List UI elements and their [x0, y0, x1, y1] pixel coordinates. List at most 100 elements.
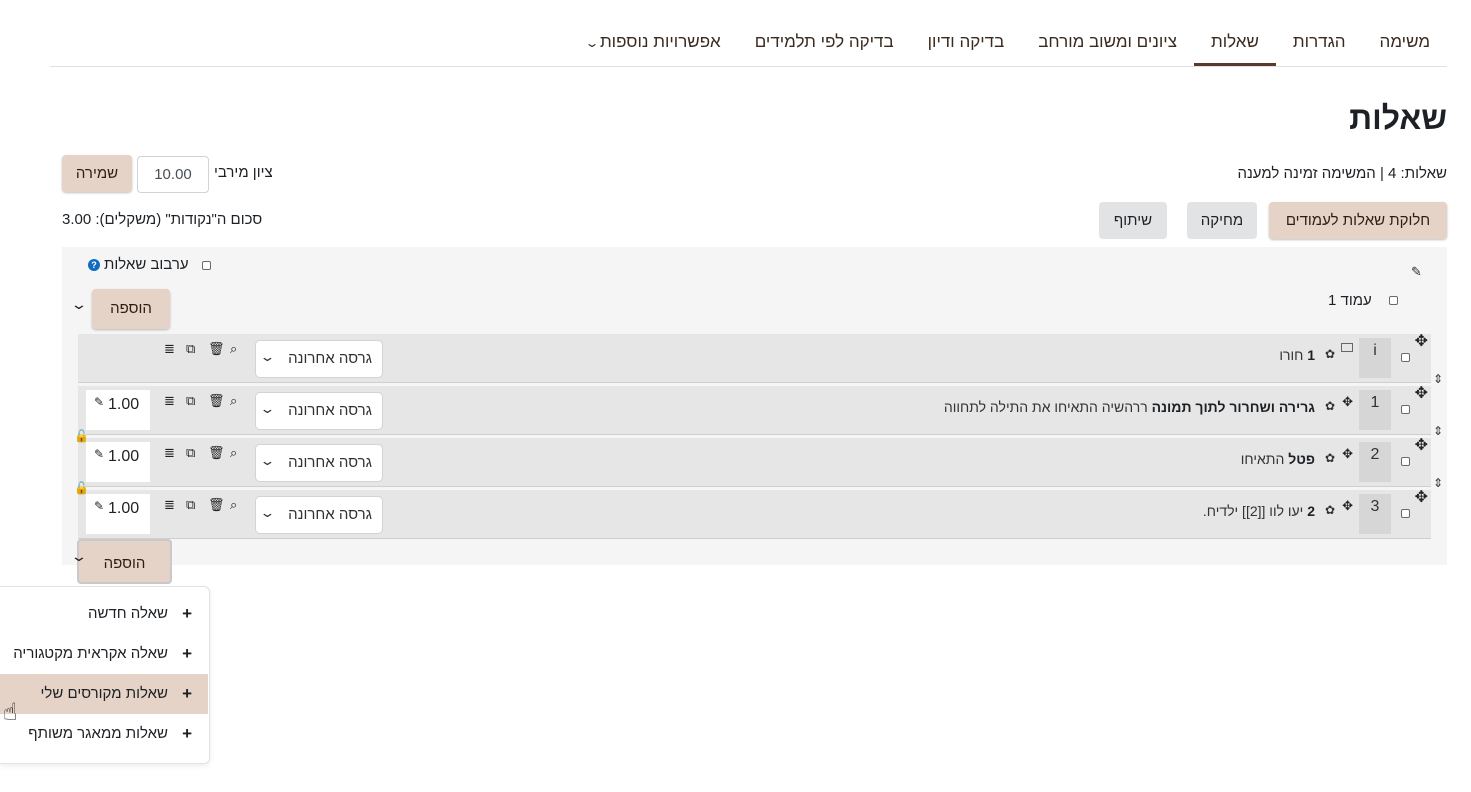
add-button-open[interactable]: הוספה: [77, 539, 172, 584]
tab-settings[interactable]: הגדרות: [1276, 18, 1363, 66]
trash-icon[interactable]: 🗑: [208, 342, 225, 356]
zoom-icon[interactable]: ⌕: [230, 342, 237, 356]
version-select-value: גרסה אחרונה: [288, 506, 372, 523]
repaginate-button[interactable]: חלוקת שאלות לעמודים: [1269, 202, 1447, 239]
pencil-icon[interactable]: ✎: [94, 447, 104, 461]
question-number: i: [1359, 338, 1391, 378]
total-marks: סכום ה"נקודות" (משקלים): 3.00: [62, 211, 263, 228]
tab-more-options[interactable]: אפשרויות נוספות⌄: [570, 18, 738, 66]
share-button[interactable]: שיתוף: [1099, 202, 1167, 239]
question-body: חורו: [1279, 347, 1304, 363]
tab-review-discussion[interactable]: בדיקה ודיון: [911, 18, 1022, 66]
version-select[interactable]: גרסה אחרונה ⌄: [255, 340, 383, 378]
copy-icon[interactable]: ⧉: [186, 498, 195, 512]
chevron-down-icon[interactable]: ⌄: [70, 296, 88, 313]
question-text: 1 חורו: [1279, 347, 1315, 363]
menu-item-random-question[interactable]: + שאלה אקראית מקטגוריה: [0, 634, 208, 674]
menu-item-shared-bank[interactable]: + שאלות ממאגר משותף: [0, 714, 208, 754]
tab-assignment[interactable]: משימה: [1363, 18, 1447, 66]
tab-questions[interactable]: שאלות: [1193, 18, 1276, 66]
mark-value: 1.00: [108, 448, 140, 465]
move-icon[interactable]: ✥: [1415, 334, 1428, 350]
move-icon[interactable]: ✥: [1342, 394, 1353, 410]
lock-icon[interactable]: 🔓: [74, 481, 89, 495]
trash-icon[interactable]: 🗑: [208, 446, 225, 460]
question-actions: ≣ ⧉ 🗑 ⌕: [164, 498, 250, 514]
gear-icon[interactable]: ✿: [1325, 451, 1335, 465]
page-break-icon[interactable]: ⇕: [1433, 476, 1443, 490]
question-number: 1: [1359, 390, 1391, 430]
copy-icon[interactable]: ⧉: [186, 342, 195, 356]
version-select-value: גרסה אחרונה: [288, 454, 372, 471]
lock-icon[interactable]: 🔓: [74, 429, 89, 443]
move-icon[interactable]: ✥: [1342, 498, 1353, 514]
page-title: שאלות: [1349, 100, 1447, 136]
question-checkbox[interactable]: [1401, 405, 1410, 414]
zoom-icon[interactable]: ⌕: [230, 394, 237, 408]
question-checkbox[interactable]: [1401, 457, 1410, 466]
move-icon[interactable]: ✥: [1415, 438, 1428, 454]
question-number: 2: [1359, 442, 1391, 482]
help-icon[interactable]: ?: [88, 259, 100, 271]
question-mark[interactable]: ✎ 1.00: [86, 442, 150, 482]
menu-item-my-courses[interactable]: + שאלות מקורסים שלי: [0, 674, 208, 714]
image-icon: [1341, 343, 1353, 352]
database-icon[interactable]: ≣: [164, 342, 175, 356]
database-icon[interactable]: ≣: [164, 394, 175, 408]
question-body: התאיחו: [1240, 451, 1285, 467]
page-break-icon[interactable]: ⇕: [1433, 424, 1443, 438]
questions-summary: שאלות: 4 | המשימה זמינה למענה: [1237, 165, 1447, 182]
chevron-down-icon: ⌄: [259, 349, 276, 364]
delete-button[interactable]: מחיקה: [1187, 202, 1257, 239]
copy-icon[interactable]: ⧉: [186, 394, 195, 408]
plus-icon: +: [182, 604, 192, 623]
plus-icon: +: [182, 724, 192, 743]
move-icon[interactable]: ✥: [1342, 446, 1353, 462]
copy-icon[interactable]: ⧉: [186, 446, 195, 460]
question-name: גרירה ושחרור לתוך תמונה: [1151, 399, 1315, 415]
chevron-down-icon: ⌄: [259, 401, 276, 416]
database-icon[interactable]: ≣: [164, 446, 175, 460]
table-row: ✥ 1 ✥ ✿ גרירה ושחרור לתוך תמונה ררהשיה ה…: [78, 386, 1431, 435]
question-name: 2: [1307, 503, 1315, 519]
gear-icon[interactable]: ✿: [1325, 503, 1335, 517]
gear-icon[interactable]: ✿: [1325, 347, 1335, 361]
plus-icon: +: [182, 684, 192, 703]
tab-grades-feedback[interactable]: ציונים ומשוב מורחב: [1021, 18, 1194, 66]
menu-item-new-question[interactable]: + שאלה חדשה: [0, 594, 208, 634]
chevron-down-icon: ⌄: [584, 36, 600, 50]
trash-icon[interactable]: 🗑: [208, 498, 225, 512]
question-body: יעו לוו [[2]] ילדיח.: [1202, 503, 1304, 519]
trash-icon[interactable]: 🗑: [208, 394, 225, 408]
page-break-icon[interactable]: ⇕: [1433, 372, 1443, 386]
zoom-icon[interactable]: ⌕: [230, 498, 237, 512]
chevron-down-icon[interactable]: ⌄: [70, 548, 88, 565]
question-body: ררהשיה התאיחו את התילה לתחווה: [943, 399, 1148, 415]
max-grade-input[interactable]: 10.00: [137, 156, 209, 193]
max-grade-label: ציון מירבי: [214, 164, 273, 181]
version-select[interactable]: גרסה אחרונה ⌄: [255, 496, 383, 534]
question-mark[interactable]: ✎ 1.00: [86, 494, 150, 534]
move-icon[interactable]: ✥: [1415, 386, 1428, 402]
page-checkbox[interactable]: [1389, 296, 1398, 305]
question-checkbox[interactable]: [1401, 353, 1410, 362]
table-row: ✥ 2 ✥ ✿ פטל התאיחו גרסה אחרונה ⌄ ≣ ⧉ 🗑 ⌕ …: [78, 438, 1431, 487]
shuffle-checkbox[interactable]: [202, 261, 211, 270]
menu-item-label: שאלות מקורסים שלי: [40, 685, 168, 702]
tab-review-by-students[interactable]: בדיקה לפי תלמידים: [738, 18, 911, 66]
question-mark[interactable]: ✎ 1.00: [86, 390, 150, 430]
add-button[interactable]: הוספה: [92, 289, 170, 329]
pencil-icon[interactable]: ✎: [94, 395, 104, 409]
question-checkbox[interactable]: [1401, 509, 1410, 518]
tab-more-options-label: אפשרויות נוספות: [599, 32, 721, 51]
pencil-icon[interactable]: ✎: [1411, 264, 1422, 280]
version-select[interactable]: גרסה אחרונה ⌄: [255, 392, 383, 430]
gear-icon[interactable]: ✿: [1325, 399, 1335, 413]
move-icon[interactable]: ✥: [1415, 490, 1428, 506]
pencil-icon[interactable]: ✎: [94, 499, 104, 513]
version-select[interactable]: גרסה אחרונה ⌄: [255, 444, 383, 482]
zoom-icon[interactable]: ⌕: [230, 446, 237, 460]
database-icon[interactable]: ≣: [164, 498, 175, 512]
plus-icon: +: [182, 644, 192, 663]
save-button[interactable]: שמירה: [62, 155, 132, 192]
